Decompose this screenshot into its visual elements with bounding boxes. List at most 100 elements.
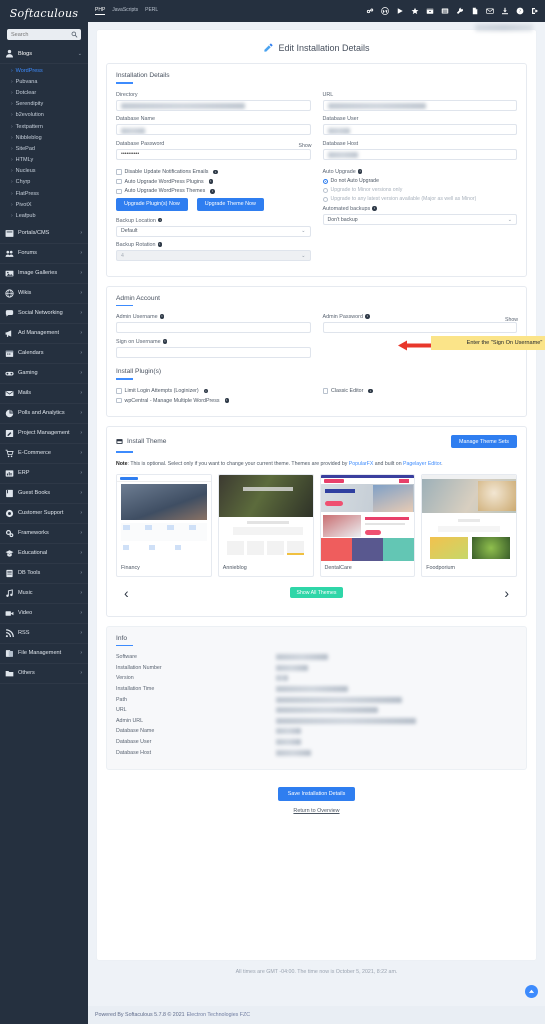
db-password-input[interactable]	[116, 148, 311, 160]
sidebar-group-guest-books[interactable]: Guest Books ›	[0, 484, 88, 504]
checkbox-icon[interactable]	[116, 397, 122, 404]
radio-icon[interactable]	[322, 196, 328, 202]
automated-backups-select[interactable]: Don't backup ⌄	[322, 214, 517, 226]
info-icon[interactable]: i	[224, 398, 230, 403]
info-icon[interactable]: i	[213, 169, 218, 175]
checkbox-icon[interactable]	[322, 388, 328, 394]
info-icon[interactable]: i	[157, 242, 163, 247]
sidebar-group-frameworks[interactable]: Frameworks ›	[0, 524, 88, 544]
archive-icon[interactable]	[426, 7, 434, 15]
theme-thumbnail[interactable]	[117, 474, 211, 561]
sidebar-group-mails[interactable]: Mails ›	[0, 384, 88, 404]
theme-prev-arrow[interactable]: ‹	[120, 586, 133, 600]
wrench-icon[interactable]	[456, 7, 464, 15]
search-box[interactable]	[7, 29, 81, 40]
sidebar-group-portals-cms[interactable]: Portals/CMS ›	[0, 224, 88, 244]
theme-card-foodporium[interactable]: Foodporium	[421, 473, 517, 577]
cpanel-icon[interactable]	[366, 7, 374, 15]
admin-password-show-toggle[interactable]: Show	[505, 317, 518, 323]
sidebar-group-erp[interactable]: ERP ›	[0, 464, 88, 484]
play-icon[interactable]	[396, 7, 404, 15]
logout-icon[interactable]	[531, 7, 539, 15]
url-input[interactable]	[322, 99, 517, 111]
sidebar-item-flatpress[interactable]: › FlatPress	[0, 188, 88, 199]
auto-upgrade-option-2[interactable]: Upgrade to any latest version available …	[322, 196, 518, 202]
pagelayer-link[interactable]: Pagelayer Editor	[403, 461, 441, 467]
sidebar-item-htmly[interactable]: › HTMLy	[0, 155, 88, 166]
sidebar-group-social-networking[interactable]: Social Networking ›	[0, 304, 88, 324]
sidebar-item-leafpub[interactable]: › Leafpub	[0, 210, 88, 221]
db-name-input[interactable]	[116, 124, 311, 136]
sidebar-group-forums[interactable]: Forums ›	[0, 244, 88, 264]
sidebar-group-e-commerce[interactable]: E-Commerce ›	[0, 444, 88, 464]
update-checkbox-2[interactable]: Auto Upgrade WordPress Themes i	[116, 188, 311, 194]
list-icon[interactable]	[441, 7, 449, 15]
sidebar-item-b2evolution[interactable]: › b2evolution	[0, 110, 88, 121]
info-icon[interactable]: i	[203, 388, 209, 394]
sidebar-item-nibbleblog[interactable]: › Nibbleblog	[0, 132, 88, 143]
sidebar-item-wordpress[interactable]: › WordPress	[0, 65, 88, 76]
info-icon[interactable]: i	[368, 388, 373, 394]
sidebar-group-polls-and-analytics[interactable]: Polls and Analytics ›	[0, 404, 88, 424]
auto-upgrade-option-0[interactable]: Do not Auto Upgrade	[322, 178, 518, 184]
sidebar-group-rss[interactable]: RSS ›	[0, 624, 88, 644]
sidebar-item-sitepad[interactable]: › SitePad	[0, 143, 88, 154]
sidebar-group-educational[interactable]: Educational ›	[0, 544, 88, 564]
directory-input[interactable]	[116, 99, 311, 111]
info-icon[interactable]: i	[364, 314, 370, 320]
update-checkbox-1[interactable]: Auto Upgrade WordPress Plugins i	[116, 179, 311, 185]
theme-next-arrow[interactable]: ›	[500, 586, 513, 600]
sidebar-item-pivotx[interactable]: › PivotX	[0, 199, 88, 210]
upgrade-plugins-button[interactable]: Upgrade Plugin(s) Now	[116, 197, 188, 211]
sidebar-group-customer-support[interactable]: Customer Support ›	[0, 504, 88, 524]
sidebar-group-music[interactable]: Music ›	[0, 584, 88, 604]
scroll-to-top-button[interactable]	[525, 985, 538, 998]
sidebar-group-blogs[interactable]: Blogs ⌄	[0, 44, 88, 64]
checkbox-icon[interactable]	[116, 388, 122, 394]
lang-tab-php[interactable]: PHP	[95, 7, 106, 15]
theme-thumbnail[interactable]	[218, 474, 313, 561]
info-icon[interactable]: i	[372, 206, 377, 212]
info-icon[interactable]: i	[210, 188, 215, 194]
info-icon[interactable]: i	[159, 314, 165, 320]
checkbox-icon[interactable]	[116, 169, 122, 175]
info-icon[interactable]: i	[162, 338, 168, 344]
sidebar-group-db-tools[interactable]: DB Tools ›	[0, 564, 88, 584]
search-input[interactable]	[7, 29, 81, 40]
sidebar-item-serendipity[interactable]: › Serendipity	[0, 99, 88, 110]
company-link[interactable]: Electron Technologies FZC	[187, 1012, 251, 1018]
file-icon[interactable]	[471, 7, 479, 15]
wordpress-icon[interactable]	[381, 7, 389, 15]
admin-password-input[interactable]	[322, 322, 517, 334]
help-icon[interactable]: ?	[516, 7, 524, 15]
db-password-show-toggle[interactable]: Show	[299, 143, 312, 149]
db-user-input[interactable]	[322, 124, 517, 136]
sidebar-group-gaming[interactable]: Gaming ›	[0, 364, 88, 384]
sidebar-item-pubvana[interactable]: › Pubvana	[0, 76, 88, 87]
theme-card-financy[interactable]: Financy	[116, 473, 212, 577]
sidebar-item-nucleus[interactable]: › Nucleus	[0, 166, 88, 177]
plugin-checkbox-loginizer[interactable]: Limit Login Attempts (Loginizer) i	[116, 388, 311, 394]
manage-theme-sets-button[interactable]: Manage Theme Sets	[451, 435, 517, 449]
show-all-themes-button[interactable]: Show All Themes	[289, 587, 344, 599]
sign-on-username-input[interactable]	[116, 346, 311, 358]
plugin-checkbox-classic-editor[interactable]: Classic Editor i	[322, 388, 518, 394]
admin-username-input[interactable]	[116, 322, 311, 334]
info-icon[interactable]: i	[157, 217, 163, 223]
return-to-overview-link[interactable]: Return to Overview	[106, 808, 527, 814]
sidebar-group-image-galleries[interactable]: Image Galleries ›	[0, 264, 88, 284]
theme-card-annieblog[interactable]: Annieblog	[217, 473, 314, 577]
theme-thumbnail[interactable]	[422, 474, 516, 561]
backup-rotation-select[interactable]: 4 ⌄	[116, 250, 311, 262]
popularfx-link[interactable]: PopularFX	[349, 461, 374, 467]
info-icon[interactable]: i	[357, 169, 363, 174]
download-icon[interactable]	[501, 7, 509, 15]
theme-thumbnail[interactable]	[320, 474, 415, 561]
theme-card-dentalcare[interactable]: DentalCare	[319, 473, 416, 577]
lang-tab-perl[interactable]: PERL	[145, 7, 158, 15]
backup-location-select[interactable]: Default ⌄	[116, 225, 311, 237]
checkbox-icon[interactable]	[116, 188, 122, 195]
save-installation-details-button[interactable]: Save Installation Details	[277, 787, 356, 802]
info-icon[interactable]: i	[208, 179, 214, 184]
star-icon[interactable]	[411, 7, 419, 15]
